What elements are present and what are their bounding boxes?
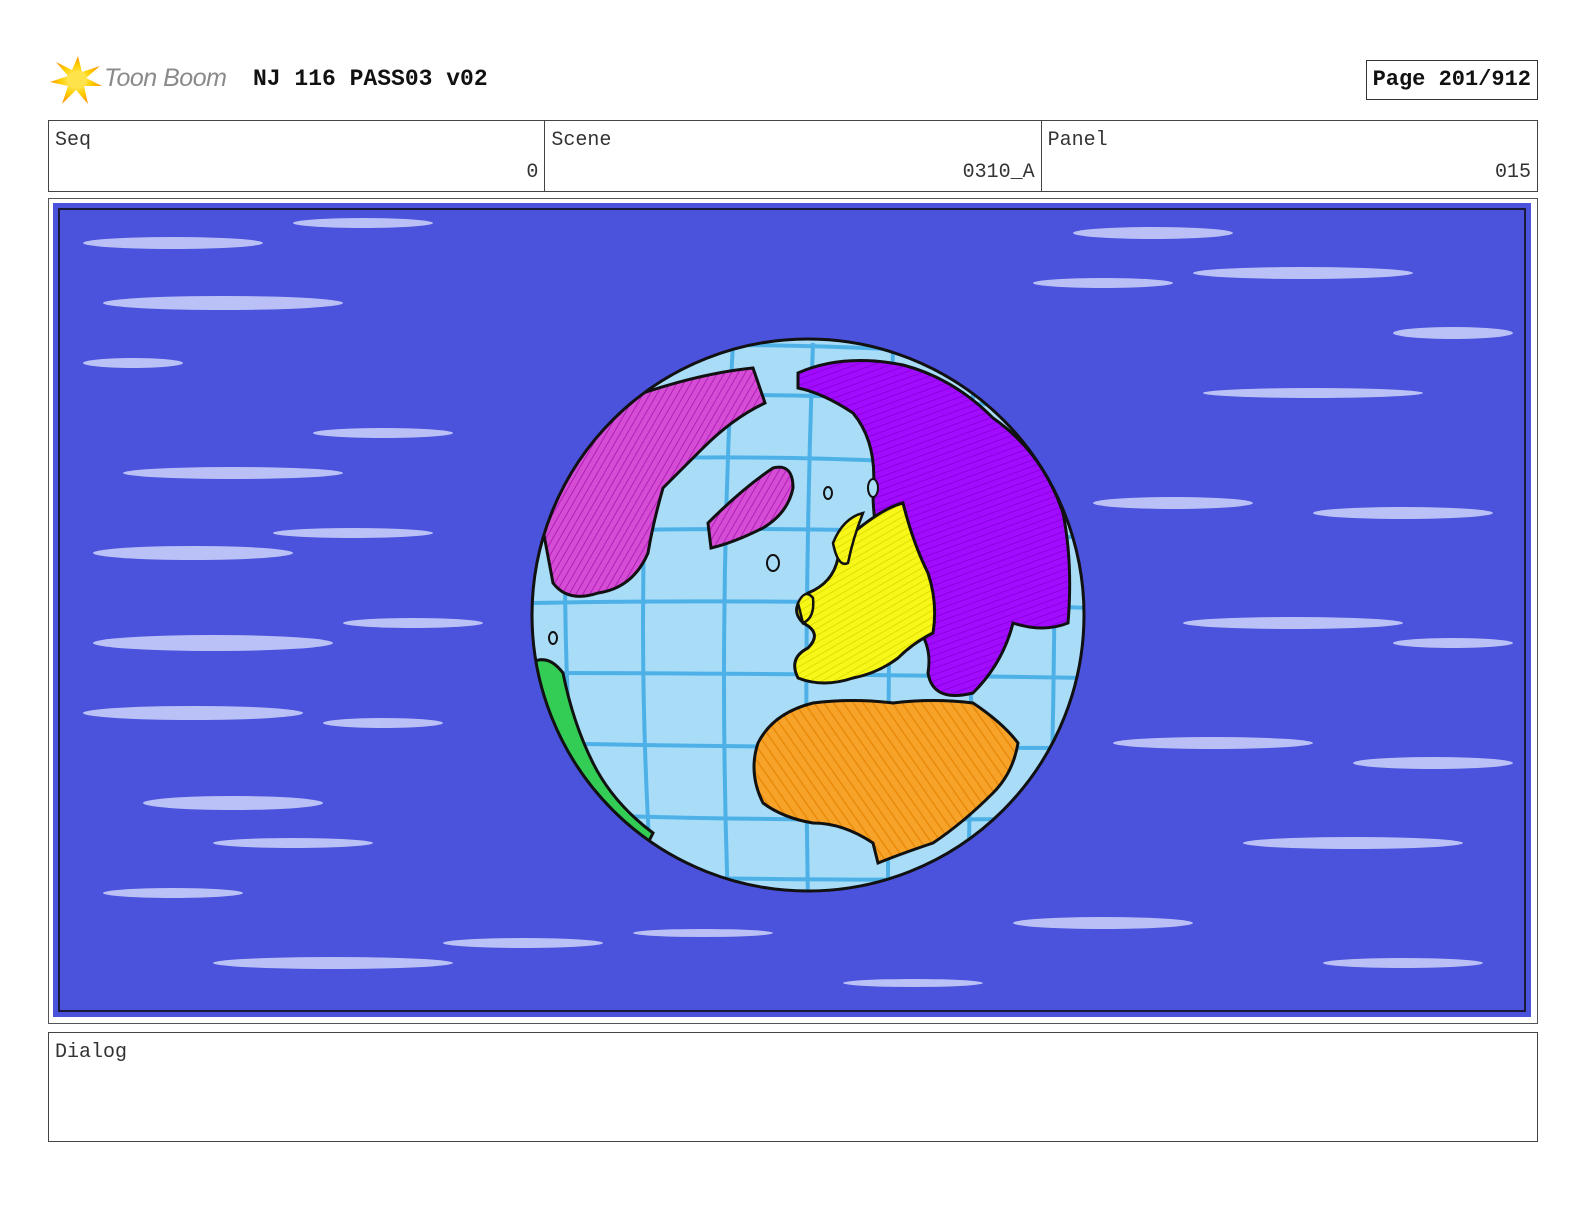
scene-cell: Scene 0310_A bbox=[545, 121, 1042, 191]
scene-label: Scene bbox=[551, 129, 612, 152]
panel-label: Panel bbox=[1047, 129, 1108, 152]
seq-label: Seq bbox=[55, 129, 92, 152]
panel-info-row: Seq 0 Scene 0310_A Panel 015 bbox=[48, 120, 1538, 192]
seq-value: 0 bbox=[526, 161, 539, 184]
toon-boom-star-icon bbox=[50, 56, 102, 104]
panel-value: 015 bbox=[1494, 161, 1531, 184]
logo-text: Toon Boom bbox=[104, 64, 227, 92]
page-number: Page 201/912 bbox=[1365, 60, 1538, 100]
scene-value: 0310_A bbox=[962, 161, 1035, 184]
project-title: NJ 116 PASS03 v02 bbox=[253, 66, 488, 92]
dialog-box: Dialog bbox=[48, 1032, 1538, 1142]
panel-cell: Panel 015 bbox=[1042, 121, 1537, 191]
seq-cell: Seq 0 bbox=[49, 121, 546, 191]
toon-boom-logo: Toon Boom bbox=[48, 52, 248, 108]
dialog-label: Dialog bbox=[55, 1041, 128, 1064]
globe-drawing bbox=[53, 203, 1531, 1017]
header: Toon Boom NJ 116 PASS03 v02 Page 201/912 bbox=[48, 52, 1538, 108]
storyboard-panel bbox=[48, 198, 1538, 1024]
